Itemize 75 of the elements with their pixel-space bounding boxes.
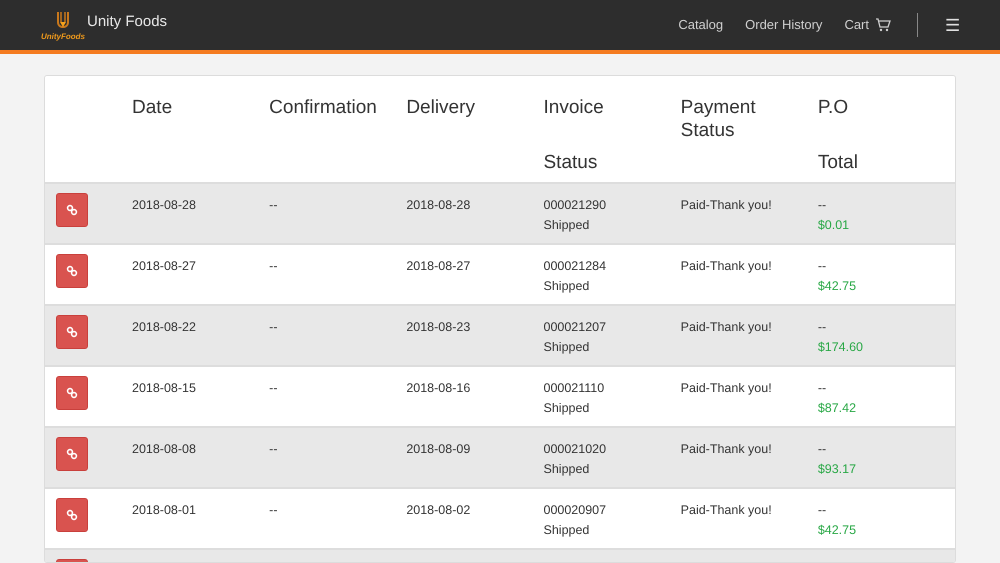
table-cell: -- [269, 319, 278, 335]
nav-link[interactable]: Catalog [678, 15, 724, 35]
table-cell: Shipped [544, 522, 590, 538]
table-cell: 2018-08-16 [406, 380, 470, 396]
table-cell: Paid-Thank you! [680, 441, 772, 457]
table-cell: 2018-08-01 [132, 502, 196, 518]
table-cell: -- [818, 380, 826, 396]
column-header: Date [132, 96, 172, 119]
table-cell: 000021290 [544, 197, 606, 213]
table-cell: Paid-Thank you! [680, 502, 772, 518]
link-button[interactable] [56, 437, 88, 471]
table-cell: 2018-08-08 [132, 441, 196, 457]
table-cell: 2018-08-09 [406, 441, 470, 457]
column-header: Invoice [544, 96, 604, 119]
table-cell: 000021020 [544, 441, 606, 457]
table-cell: Shipped [544, 400, 590, 416]
table-cell: Shipped [544, 217, 590, 233]
table-cell: 2018-08-15 [132, 380, 196, 396]
table-cell: 000021110 [544, 380, 604, 396]
table-cell: -- [818, 258, 826, 274]
column-header: P.O [818, 96, 848, 119]
link-button[interactable] [56, 498, 88, 532]
table-cell: $93.17 [818, 461, 856, 477]
link-icon [66, 448, 78, 460]
table-cell: $0.01 [818, 217, 850, 233]
table-cell: -- [818, 319, 826, 335]
table-cell: -- [818, 197, 826, 213]
table-cell: -- [818, 502, 826, 518]
table-cell: Shipped [544, 461, 590, 477]
table-cell: -- [269, 441, 278, 457]
table-cell: Paid-Thank you! [680, 197, 772, 213]
table-cell: Paid-Thank you! [680, 258, 772, 274]
link-icon [66, 326, 78, 338]
table-cell: $174.60 [818, 339, 864, 355]
link-icon [66, 265, 78, 277]
link-icon [66, 204, 78, 216]
link-button[interactable] [56, 193, 88, 227]
table-cell: Shipped [544, 278, 590, 294]
table-cell: 000021207 [544, 319, 606, 335]
column-header: Status [544, 151, 598, 174]
column-header: Confirmation [269, 96, 377, 119]
column-header: Payment Status [680, 96, 757, 142]
menu-button[interactable]: ☰ [945, 16, 960, 34]
logo-text: UnityFoods [41, 32, 85, 40]
table-cell: 000021284 [544, 258, 606, 274]
table-cell: 2018-08-02 [406, 502, 470, 518]
link-button[interactable] [56, 376, 88, 410]
link-icon [66, 509, 78, 521]
nav-link[interactable]: Order History [745, 15, 822, 35]
link-button[interactable] [56, 254, 88, 288]
table-cell: -- [818, 441, 826, 457]
table-cell: -- [269, 197, 278, 213]
table-cell: -- [269, 380, 278, 396]
table-cell: Paid-Thank you! [680, 380, 772, 396]
cart-icon [875, 18, 891, 32]
table-cell: $42.75 [818, 278, 856, 294]
brand-link[interactable]: Unity Foods [87, 10, 168, 34]
link-button[interactable] [56, 315, 88, 349]
column-header: Total [818, 151, 858, 174]
nav-link[interactable]: Cart [844, 15, 891, 35]
table-cell: 2018-08-23 [406, 319, 470, 335]
table-cell: -- [269, 258, 278, 274]
table-cell: 2018-08-27 [132, 258, 196, 274]
table-cell: Shipped [544, 339, 590, 355]
table-cell: Paid-Thank you! [680, 319, 772, 335]
link-icon [66, 387, 78, 399]
table-cell: 2018-08-28 [132, 197, 196, 213]
table-cell: 000020907 [544, 502, 606, 518]
table-cell: -- [269, 502, 278, 518]
table-cell: 2018-08-27 [406, 258, 470, 274]
table-cell: 2018-08-22 [132, 319, 196, 335]
table-cell: 2018-08-28 [406, 197, 470, 213]
table-cell: $87.42 [818, 400, 856, 416]
column-header: Delivery [406, 96, 475, 119]
table-cell: $42.75 [818, 522, 856, 538]
